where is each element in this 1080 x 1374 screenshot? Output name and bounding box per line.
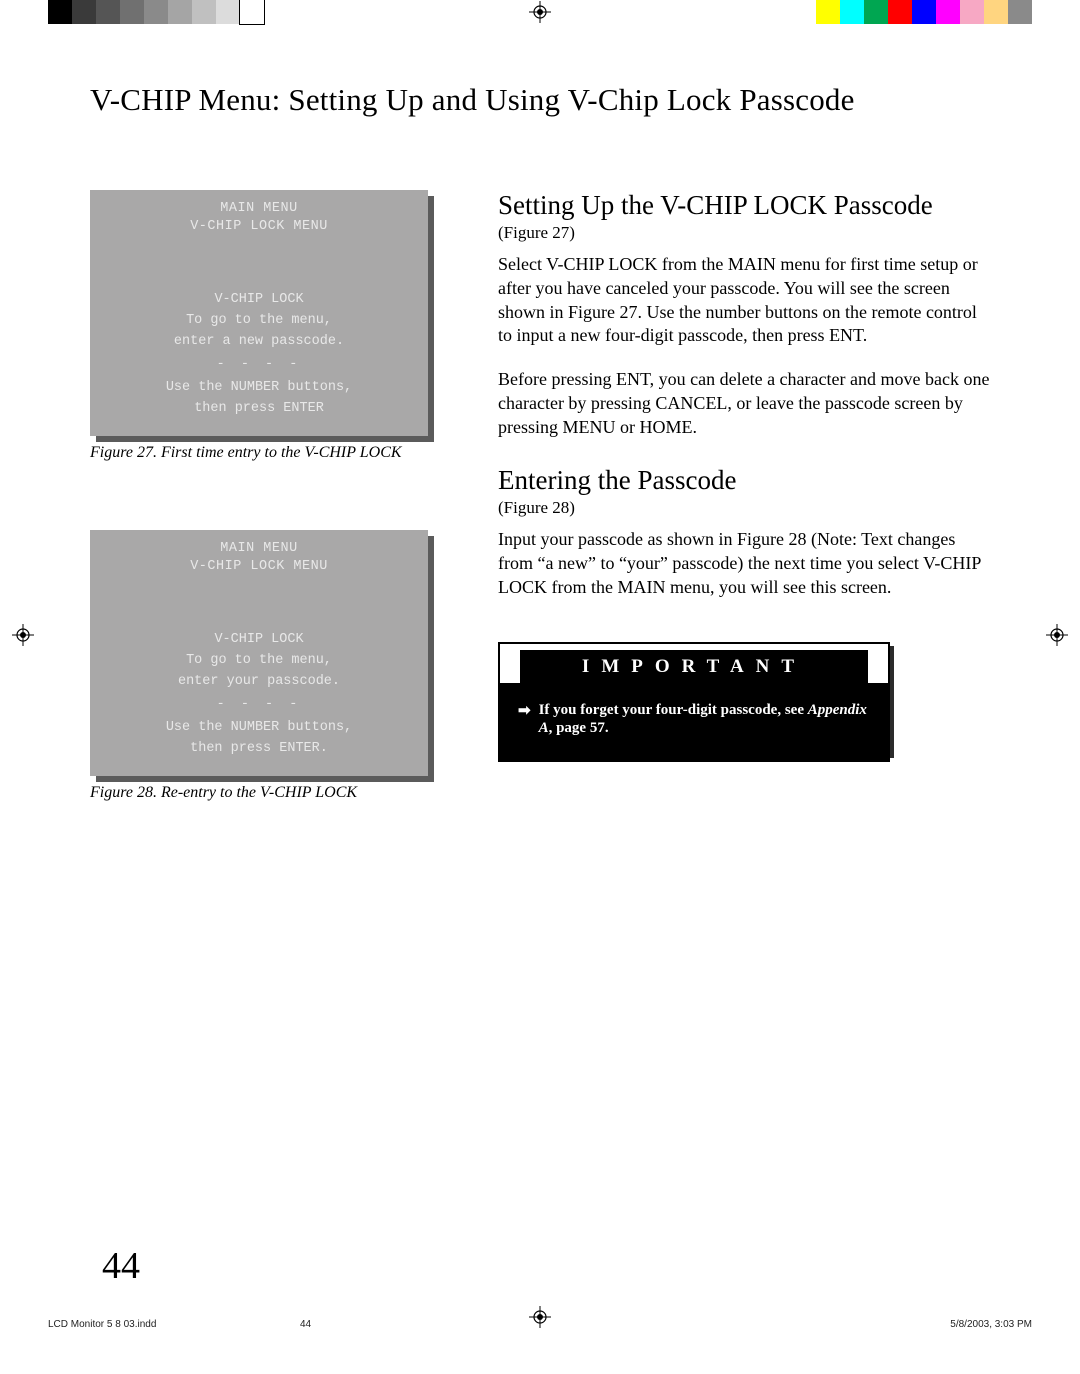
registration-mark-icon	[529, 1, 551, 23]
tv-header: V-CHIP LOCK MENU	[90, 558, 428, 576]
tv-dashes: - - - -	[90, 355, 428, 376]
figure-27-caption: Figure 27. First time entry to the V-CHI…	[90, 444, 440, 462]
footer-page: 44	[300, 1319, 311, 1330]
tv-line: then press ENTER.	[90, 739, 428, 760]
page-number: 44	[102, 1244, 140, 1288]
registration-mark-icon	[12, 624, 34, 646]
section-heading: Entering the Passcode	[498, 465, 990, 496]
important-heading: IMPORTANT	[520, 650, 868, 683]
tv-header: V-CHIP LOCK MENU	[90, 218, 428, 236]
important-text: If you forget your four-digit passcode, …	[539, 701, 876, 739]
footer: LCD Monitor 5 8 03.indd 44 5/8/2003, 3:0…	[48, 1319, 1032, 1330]
important-callout: IMPORTANT ➡ If you forget your four-digi…	[498, 642, 890, 763]
arrow-right-icon: ➡	[518, 702, 531, 739]
footer-file: LCD Monitor 5 8 03.indd	[48, 1319, 156, 1330]
figure-28-screen: MAIN MENU V-CHIP LOCK MENU V-CHIP LOCK T…	[90, 530, 440, 776]
tv-line: Use the NUMBER buttons,	[90, 718, 428, 739]
footer-datetime: 5/8/2003, 3:03 PM	[950, 1319, 1032, 1330]
tv-line: To go to the menu,	[90, 651, 428, 672]
colorbar-left	[48, 0, 264, 24]
figure-ref: (Figure 27)	[498, 223, 990, 243]
page-title: V-CHIP Menu: Setting Up and Using V-Chip…	[90, 82, 990, 118]
tv-line: V-CHIP LOCK	[90, 290, 428, 311]
tv-line: Use the NUMBER buttons,	[90, 378, 428, 399]
tv-header: MAIN MENU	[90, 540, 428, 558]
body-text: Before pressing ENT, you can delete a ch…	[498, 368, 990, 439]
section-heading: Setting Up the V-CHIP LOCK Passcode	[498, 190, 990, 221]
figure-ref: (Figure 28)	[498, 498, 990, 518]
tv-line: enter your passcode.	[90, 672, 428, 693]
tv-dashes: - - - -	[90, 695, 428, 716]
body-text: Select V-CHIP LOCK from the MAIN menu fo…	[498, 253, 990, 348]
tv-line: V-CHIP LOCK	[90, 630, 428, 651]
tv-line: To go to the menu,	[90, 311, 428, 332]
registration-mark-icon	[1046, 624, 1068, 646]
body-text: Input your passcode as shown in Figure 2…	[498, 528, 990, 599]
colorbar-right	[816, 0, 1032, 24]
figure-27-screen: MAIN MENU V-CHIP LOCK MENU V-CHIP LOCK T…	[90, 190, 440, 436]
figure-28-caption: Figure 28. Re-entry to the V-CHIP LOCK	[90, 784, 440, 802]
tv-line: then press ENTER	[90, 399, 428, 420]
tv-header: MAIN MENU	[90, 200, 428, 218]
tv-line: enter a new passcode.	[90, 332, 428, 353]
